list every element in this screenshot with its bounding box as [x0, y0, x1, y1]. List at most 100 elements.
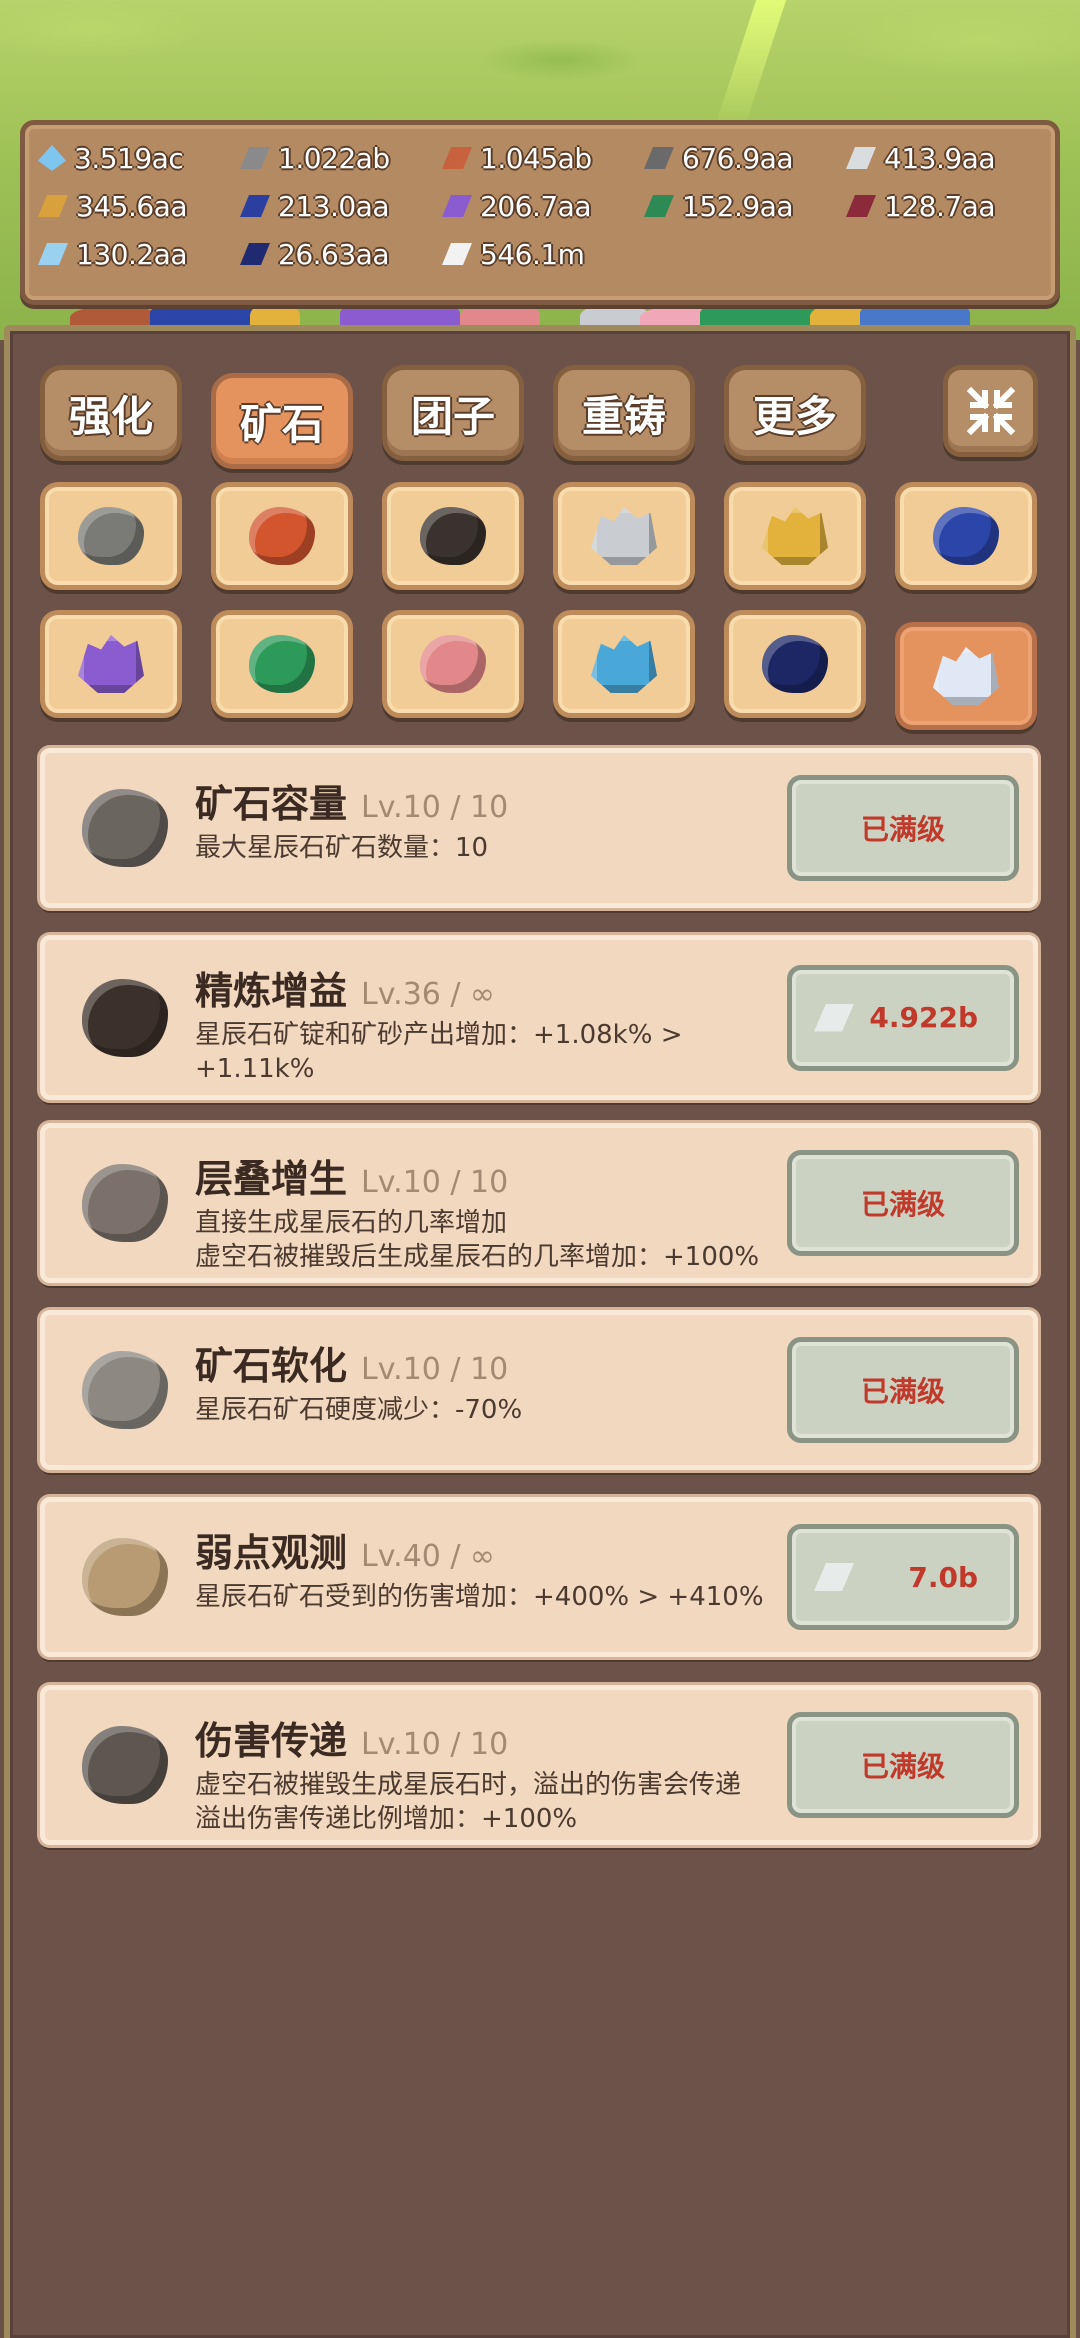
resource-value: 3.519ac [74, 141, 184, 175]
tab-5[interactable]: 更多 [724, 365, 866, 461]
ingot-icon [38, 195, 68, 217]
ore-slot[interactable] [211, 610, 353, 718]
resource-12: 26.63aa [240, 234, 389, 274]
ore-slot[interactable] [382, 482, 524, 590]
resource-4: 676.9aa [644, 138, 793, 178]
ore-soften-icon [69, 1334, 181, 1446]
resource-value: 1.022ab [278, 141, 390, 175]
diamond-icon [38, 145, 66, 171]
upgrade-name: 弱点观测 [195, 1531, 348, 1575]
ore-slot[interactable] [895, 482, 1037, 590]
upgrade-cost-button[interactable]: 4.922b [787, 964, 1019, 1071]
upgrade-level: Lv.10 / 10 [361, 1352, 509, 1387]
copper-ore-icon [249, 507, 315, 565]
upgrade-description-line: 虚空石被摧毁生成星辰石时，溢出的伤害会传递 [195, 1770, 742, 1800]
upgrade-description-line: +1.11k% [195, 1054, 315, 1084]
stone-ore-icon [78, 507, 144, 565]
upgrade-card: 精炼增益 Lv.36 / ∞ 星辰石矿锭和矿砂产出增加：+1.08k% > +1.11… [40, 935, 1038, 1100]
upgrade-title: 矿石软化 Lv.10 / 10 [195, 1335, 508, 1390]
ore-slot[interactable] [553, 610, 695, 718]
upgrade-description: 虚空石被摧毁生成星辰石时，溢出的伤害会传递 溢出伤害传递比例增加：+100% [195, 1768, 795, 1836]
upgrade-description: 星辰石矿石硬度减少：-70% [195, 1393, 795, 1427]
stardust-ore-icon [933, 647, 999, 705]
stardust-ingot-icon [814, 1003, 854, 1032]
tab-4[interactable]: 重铸 [553, 365, 695, 461]
upgrade-cost: 4.922b [869, 1001, 978, 1034]
gold-ore-icon [762, 507, 828, 565]
upgrade-cost-button[interactable]: 7.0b [787, 1524, 1019, 1630]
ingot-icon [846, 195, 876, 217]
upgrade-card: 伤害传递 Lv.10 / 10 虚空石被摧毁生成星辰石时，溢出的伤害会传递 溢出伤害传… [40, 1685, 1038, 1845]
emerald-ore-icon [249, 635, 315, 693]
ore-slot[interactable] [895, 622, 1037, 730]
ore-slot[interactable] [724, 610, 866, 718]
tab-3[interactable]: 团子 [382, 365, 524, 461]
upgrade-name: 矿石软化 [195, 1344, 348, 1388]
ingot-icon [644, 147, 674, 169]
ore-slot[interactable] [724, 482, 866, 590]
amethyst-ore-icon [78, 635, 144, 693]
ore-slot[interactable] [553, 482, 695, 590]
ore-slot[interactable] [211, 482, 353, 590]
collapse-button[interactable] [943, 365, 1038, 457]
max-level-button[interactable]: 已满级 [787, 1712, 1019, 1818]
rose-quartz-ore-icon [420, 635, 486, 693]
upgrade-description-line: 溢出伤害传递比例增加：+100% [195, 1804, 578, 1834]
max-level-button[interactable]: 已满级 [787, 1150, 1019, 1256]
damage-transfer-icon [69, 1709, 181, 1821]
stacking-ore-icon [69, 1147, 181, 1259]
resource-value: 128.7aa [884, 189, 995, 223]
resource-value: 213.0aa [278, 189, 389, 223]
resource-8: 206.7aa [442, 186, 591, 226]
resource-value: 26.63aa [278, 237, 389, 271]
ingot-icon [442, 147, 472, 169]
upgrade-name: 精炼增益 [195, 969, 348, 1013]
resource-value: 345.6aa [76, 189, 187, 223]
resource-value: 676.9aa [682, 141, 793, 175]
dark-sapphire-ore-icon [762, 635, 828, 693]
upgrade-description-line: 直接生成星辰石的几率增加 [195, 1208, 508, 1238]
tab-1[interactable]: 强化 [40, 365, 182, 461]
upgrade-level: Lv.40 / ∞ [361, 1539, 496, 1574]
upgrade-level: Lv.10 / 10 [361, 1165, 509, 1200]
resource-5: 413.9aa [846, 138, 995, 178]
upgrade-card: 层叠增生 Lv.10 / 10 直接生成星辰石的几率增加 虚空石被摧毁后生成星辰石的几… [40, 1123, 1038, 1283]
resource-7: 213.0aa [240, 186, 389, 226]
ore-slot[interactable] [40, 482, 182, 590]
ore-capacity-icon [69, 772, 181, 884]
upgrade-title: 伤害传递 Lv.10 / 10 [195, 1710, 508, 1765]
resource-value: 130.2aa [76, 237, 187, 271]
collapse-icon [966, 386, 1015, 436]
upgrade-description-line: 星辰石矿锭和矿砂产出增加：+1.08k% > [195, 1020, 683, 1050]
max-level-button[interactable]: 已满级 [787, 775, 1019, 881]
upgrade-name: 层叠增生 [195, 1157, 348, 1201]
upgrade-title: 层叠增生 Lv.10 / 10 [195, 1148, 508, 1203]
resource-value: 546.1m [480, 237, 585, 271]
upgrade-description: 直接生成星辰石的几率增加 虚空石被摧毁后生成星辰石的几率增加：+100% [195, 1206, 795, 1274]
upgrade-name: 伤害传递 [195, 1719, 348, 1763]
resource-value: 1.045ab [480, 141, 592, 175]
resource-9: 152.9aa [644, 186, 793, 226]
resource-1: 3.519ac [38, 138, 184, 178]
resource-13: 546.1m [442, 234, 585, 274]
resource-6: 345.6aa [38, 186, 187, 226]
refine-furnace-icon [69, 962, 181, 1074]
ingot-icon [240, 147, 270, 169]
stardust-ingot-icon [814, 1563, 854, 1591]
ingot-icon [240, 243, 270, 265]
ingot-icon [846, 147, 876, 169]
aquamarine-ore-icon [591, 635, 657, 693]
max-level-button[interactable]: 已满级 [787, 1337, 1019, 1443]
upgrade-title: 弱点观测 Lv.40 / ∞ [195, 1522, 495, 1577]
ore-slot[interactable] [40, 610, 182, 718]
ingot-icon [644, 195, 674, 217]
upgrade-title: 精炼增益 Lv.36 / ∞ [195, 960, 495, 1015]
ore-slot[interactable] [382, 610, 524, 718]
ingot-icon [38, 243, 68, 265]
tab-2[interactable]: 矿石 [211, 373, 353, 469]
weakness-magnifier-icon [69, 1521, 181, 1633]
upgrade-card: 矿石容量 Lv.10 / 10 最大星辰石矿石数量：10 已满级 [40, 748, 1038, 908]
resource-3: 1.045ab [442, 138, 592, 178]
upgrade-description-line: 最大星辰石矿石数量：10 [195, 833, 489, 863]
upgrade-cost: 7.0b [908, 1560, 978, 1594]
